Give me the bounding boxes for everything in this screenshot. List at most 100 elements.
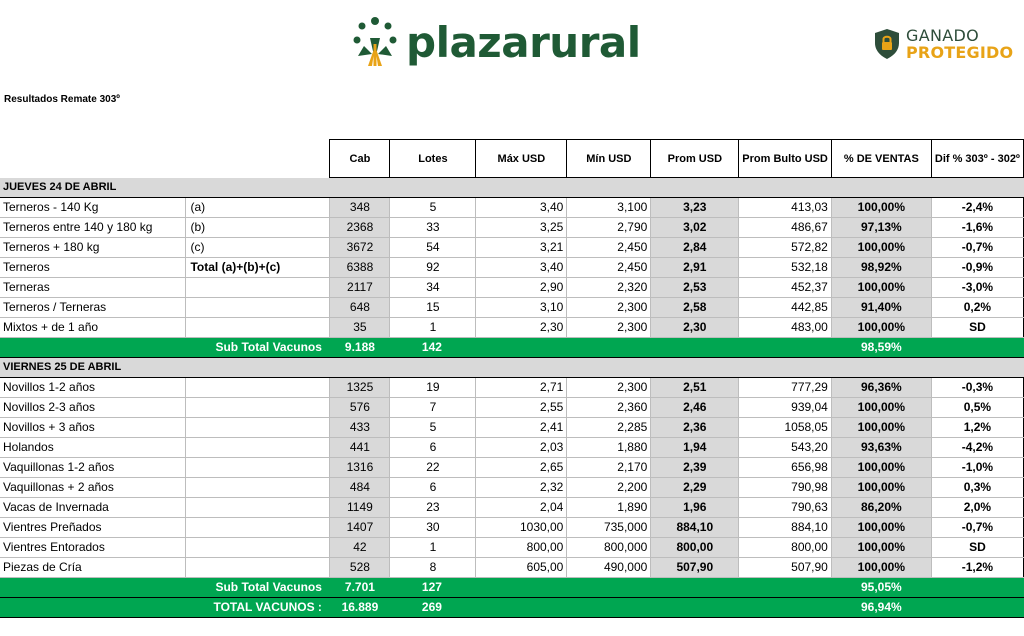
category-note (185, 537, 331, 558)
category-name: Piezas de Cría (0, 557, 187, 578)
results-table: Cab Lotes Máx USD Mín USD Prom USD Prom Bulto… (0, 139, 1024, 618)
dif-cell: -3,0% (931, 277, 1024, 298)
subtotal-ventas: 98,59% (831, 337, 932, 358)
max-usd-cell: 3,10 (475, 297, 568, 318)
prom-usd-cell: 1,94 (650, 437, 740, 458)
lotes-cell: 6 (389, 477, 477, 498)
spacer-cell (650, 337, 739, 358)
lotes-cell: 7 (389, 397, 477, 418)
dif-cell: -1,2% (931, 557, 1024, 578)
prom-usd-cell: 2,30 (650, 317, 740, 338)
category-note (185, 317, 331, 338)
sprout-icon (353, 17, 397, 66)
cab-cell: 2117 (329, 277, 391, 298)
page-subtitle: Resultados Remate 303º (4, 94, 120, 105)
column-header: Lotes (389, 139, 477, 178)
cab-cell: 2368 (329, 217, 391, 238)
min-usd-cell: 3,100 (566, 197, 652, 218)
prom-bulto-cell: 413,03 (738, 197, 832, 218)
max-usd-cell: 2,41 (475, 417, 568, 438)
category-name: Mixtos + de 1 año (0, 317, 187, 338)
prom-usd-cell: 2,39 (650, 457, 740, 478)
dif-cell: 2,0% (931, 497, 1024, 518)
max-usd-cell: 2,30 (475, 317, 568, 338)
prom-usd-cell: 2,91 (650, 257, 740, 278)
category-note (185, 497, 331, 518)
spacer-cell (475, 337, 567, 358)
ventas-cell: 100,00% (831, 517, 932, 538)
ventas-cell: 100,00% (831, 317, 932, 338)
cab-cell: 576 (329, 397, 391, 418)
lotes-cell: 5 (389, 417, 477, 438)
ventas-cell: 100,00% (831, 417, 932, 438)
dif-cell: -0,3% (931, 377, 1024, 398)
category-note (185, 557, 331, 578)
subtotal-lotes: 127 (389, 577, 476, 598)
prom-bulto-cell: 532,18 (738, 257, 832, 278)
max-usd-cell: 800,00 (475, 537, 568, 558)
table-row: Novillos + 3 años 433 5 2,41 2,285 2,36 1058,0… (0, 417, 1024, 438)
max-usd-cell: 3,40 (475, 257, 568, 278)
spacer-cell (0, 337, 186, 358)
table-row: Novillos 1-2 años 1325 19 2,71 2,300 2,51 777,… (0, 377, 1024, 398)
ventas-cell: 100,00% (831, 277, 932, 298)
total-label: TOTAL VACUNOS : (185, 597, 330, 618)
dif-cell: 1,2% (931, 417, 1024, 438)
table-row: Vaquillonas 1-2 años 1316 22 2,65 2,170 2,39 6… (0, 457, 1024, 478)
spacer-cell (931, 597, 1024, 618)
subtotal-cab: 7.701 (329, 577, 390, 598)
max-usd-cell: 2,03 (475, 437, 568, 458)
lotes-cell: 1 (389, 317, 477, 338)
ventas-cell: 100,00% (831, 237, 932, 258)
section-title: JUEVES 24 DE ABRIL (0, 177, 1024, 198)
shield-lock-icon (875, 29, 899, 59)
total-row: TOTAL VACUNOS :16.889 269 96,94% (0, 597, 1024, 618)
category-note: Total (a)+(b)+(c) (185, 257, 331, 278)
table-row: Terneros + 180 kg (c) 3672 54 3,21 2,450 2,84 5… (0, 237, 1024, 258)
min-usd-cell: 2,300 (566, 317, 652, 338)
max-usd-cell: 3,25 (475, 217, 568, 238)
max-usd-cell: 1030,00 (475, 517, 568, 538)
prom-bulto-cell: 452,37 (738, 277, 832, 298)
subtotal-row: Sub Total Vacunos 7.701 127 95,05% (0, 577, 1024, 598)
spacer-cell (650, 577, 739, 598)
prom-usd-cell: 884,10 (650, 517, 740, 538)
lotes-cell: 19 (389, 377, 477, 398)
dif-cell: -1,0% (931, 457, 1024, 478)
cab-cell: 42 (329, 537, 391, 558)
category-name: Vaquillonas 1-2 años (0, 457, 187, 478)
table-row: Vacas de Invernada 1149 23 2,04 1,890 1,96 790… (0, 497, 1024, 518)
min-usd-cell: 490,000 (566, 557, 652, 578)
lotes-cell: 30 (389, 517, 477, 538)
min-usd-cell: 800,000 (566, 537, 652, 558)
table-row: Mixtos + de 1 año 35 1 2,30 2,300 2,30 483,00 1… (0, 317, 1024, 338)
column-header: Mín USD (566, 139, 652, 178)
subtotal-row: Sub Total Vacunos 9.188 142 98,59% (0, 337, 1024, 358)
spacer-cell (0, 597, 186, 618)
prom-bulto-cell: 790,98 (738, 477, 832, 498)
table-row: Piezas de Cría 528 8 605,00 490,000 507,90 507… (0, 557, 1024, 578)
category-note (185, 397, 331, 418)
lotes-cell: 22 (389, 457, 477, 478)
ventas-cell: 97,13% (831, 217, 932, 238)
category-note: (a) (185, 197, 331, 218)
dif-cell: 0,3% (931, 477, 1024, 498)
min-usd-cell: 2,790 (566, 217, 652, 238)
prom-usd-cell: 2,58 (650, 297, 740, 318)
gp-line-2: PROTEGIDO (906, 43, 1014, 62)
cab-cell: 1149 (329, 497, 391, 518)
prom-bulto-cell: 442,85 (738, 297, 832, 318)
column-header: Cab (329, 139, 391, 178)
dif-cell: -1,6% (931, 217, 1024, 238)
category-note: (b) (185, 217, 331, 238)
ventas-cell: 100,00% (831, 537, 932, 558)
prom-usd-cell: 1,96 (650, 497, 740, 518)
category-note (185, 457, 331, 478)
cab-cell: 348 (329, 197, 391, 218)
cab-cell: 6388 (329, 257, 391, 278)
max-usd-cell: 2,90 (475, 277, 568, 298)
prom-usd-cell: 2,84 (650, 237, 740, 258)
max-usd-cell: 605,00 (475, 557, 568, 578)
lotes-cell: 34 (389, 277, 477, 298)
prom-bulto-cell: 572,82 (738, 237, 832, 258)
